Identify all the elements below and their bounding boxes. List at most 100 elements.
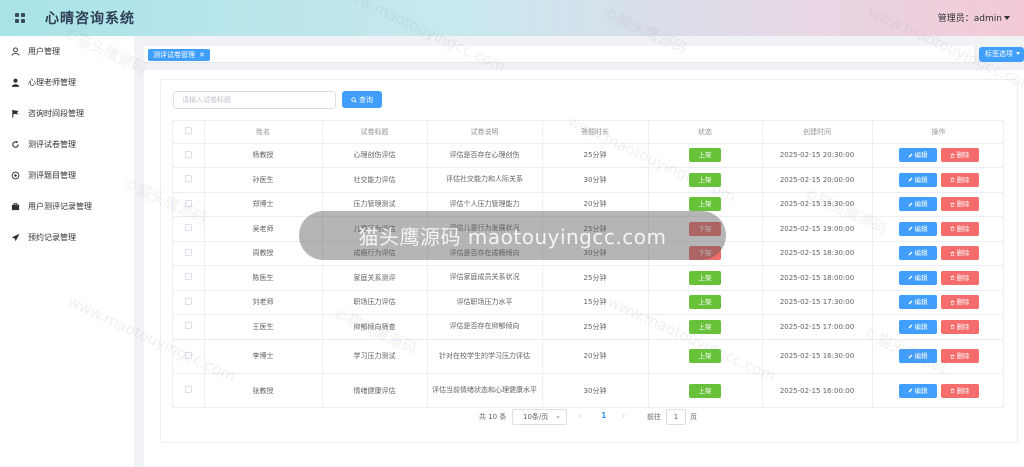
status-cell: 上架 (648, 373, 763, 407)
name-cell: 王医生 (204, 314, 323, 340)
status-badge[interactable]: 下架 (689, 221, 721, 236)
next-page-button[interactable]: › (622, 411, 625, 420)
delete-button[interactable]: 删除 (940, 197, 979, 212)
column-header[interactable]: 试卷标题 (322, 121, 428, 144)
edit-button[interactable]: 编辑 (898, 221, 937, 236)
column-header[interactable]: 状态 (648, 121, 763, 144)
edit-button[interactable]: 编辑 (898, 295, 937, 310)
created-cell: 2025-02-15 16:00:00 (762, 373, 873, 407)
person-icon (10, 78, 20, 88)
status-cell: 上架 (648, 265, 763, 291)
edit-button[interactable]: 编辑 (898, 270, 937, 285)
close-icon[interactable]: ✕ (199, 49, 205, 61)
delete-button[interactable]: 删除 (940, 221, 979, 236)
edit-button[interactable]: 编辑 (898, 148, 937, 163)
row-checkbox[interactable] (184, 322, 192, 330)
status-badge[interactable]: 上架 (689, 319, 721, 334)
delete-button[interactable]: 删除 (940, 270, 979, 285)
sidebar-item-label: 咨询时间段管理 (28, 109, 84, 118)
row-checkbox[interactable] (184, 297, 192, 305)
tag-active[interactable]: 测评试卷管理 ✕ (148, 49, 210, 61)
delete-button[interactable]: 删除 (940, 383, 979, 398)
column-header[interactable]: 姓名 (204, 121, 323, 144)
user-icon (10, 47, 20, 57)
sidebar-item[interactable]: 测评题目管理 (0, 160, 134, 191)
column-header[interactable]: 创建时间 (762, 121, 873, 144)
delete-button[interactable]: 删除 (940, 172, 979, 187)
name-cell: 吴老师 (204, 216, 323, 242)
row-checkbox[interactable] (184, 386, 192, 394)
row-checkbox[interactable] (184, 351, 192, 359)
status-badge[interactable]: 上架 (689, 148, 721, 163)
delete-icon (950, 202, 954, 207)
select-cell (173, 314, 205, 340)
delete-label: 删除 (956, 224, 970, 233)
search-input[interactable] (174, 92, 335, 108)
column-header[interactable]: 操作 (872, 121, 1003, 144)
briefcase-icon (10, 202, 20, 212)
sidebar-item-label: 心理老师管理 (28, 78, 76, 87)
goto-page-input[interactable]: 1 (666, 409, 686, 425)
delete-label: 删除 (956, 200, 970, 209)
select-all-checkbox[interactable] (184, 127, 192, 135)
prev-page-button[interactable]: ‹ (579, 411, 582, 420)
edit-button[interactable]: 编辑 (898, 172, 937, 187)
status-cell: 上架 (648, 143, 763, 168)
sidebar-item[interactable]: 测评试卷管理 (0, 129, 134, 160)
search-button[interactable]: 查询 (342, 91, 382, 108)
sidebar-item-label: 用户测评记录管理 (28, 202, 92, 211)
name-cell: 张教授 (204, 373, 323, 407)
status-badge[interactable]: 上架 (689, 270, 721, 285)
flag-icon (10, 109, 20, 119)
delete-button[interactable]: 删除 (940, 246, 979, 261)
delete-button[interactable]: 删除 (940, 319, 979, 334)
row-checkbox[interactable] (184, 273, 192, 281)
edit-button[interactable]: 编辑 (898, 319, 937, 334)
sidebar-item[interactable]: 心理老师管理 (0, 67, 134, 98)
status-badge[interactable]: 上架 (689, 349, 721, 364)
edit-icon (908, 354, 912, 359)
search-icon (351, 96, 357, 103)
page-size-select[interactable]: 10条/页 (512, 409, 567, 425)
edit-button[interactable]: 编辑 (898, 246, 937, 261)
select-cell (173, 265, 205, 291)
row-checkbox[interactable] (184, 150, 192, 158)
page-number-1[interactable]: 1 (601, 411, 607, 420)
edit-button[interactable]: 编辑 (898, 197, 937, 212)
row-checkbox[interactable] (184, 224, 192, 232)
status-badge[interactable]: 上架 (689, 295, 721, 310)
delete-button[interactable]: 删除 (940, 295, 979, 310)
row-checkbox[interactable] (184, 199, 192, 207)
row-checkbox[interactable] (184, 175, 192, 183)
tag-options-button[interactable]: 标签选项 (979, 47, 1024, 62)
menu-grid-icon[interactable] (15, 13, 25, 23)
admin-label: 管理员：admin (937, 14, 1002, 24)
sidebar-item[interactable]: 用户管理 (0, 36, 134, 67)
created-cell: 2025-02-15 18:00:00 (762, 265, 873, 291)
sidebar-item-label: 预约记录管理 (28, 233, 76, 242)
sidebar-item[interactable]: 预约记录管理 (0, 222, 134, 253)
status-badge[interactable]: 上架 (689, 197, 721, 212)
status-badge[interactable]: 下架 (689, 246, 721, 261)
admin-dropdown[interactable]: 管理员：admin (938, 11, 1010, 24)
row-checkbox[interactable] (184, 248, 192, 256)
created-cell: 2025-02-15 17:00:00 (762, 314, 873, 340)
status-badge[interactable]: 上架 (689, 172, 721, 187)
title-cell: 儿童行为评估 (322, 216, 428, 242)
edit-label: 编辑 (914, 175, 928, 184)
sidebar-item[interactable]: 咨询时间段管理 (0, 98, 134, 129)
status-badge[interactable]: 上架 (689, 383, 721, 398)
tag-label: 测评试卷管理 (153, 51, 195, 59)
delete-button[interactable]: 删除 (940, 148, 979, 163)
search-input-wrapper[interactable] (173, 91, 336, 109)
column-header[interactable]: 答题时长 (542, 121, 649, 144)
edit-icon (908, 300, 912, 305)
search-button-label: 查询 (359, 95, 373, 104)
delete-button[interactable]: 删除 (940, 349, 979, 364)
table-row: 李博士 学习压力测试 针对在校学生的学习压力评估 20分钟 上架 2025-02-15 1… (173, 339, 1003, 374)
edit-button[interactable]: 编辑 (898, 383, 937, 398)
table-row: 王医生 抑郁倾向筛查 评估是否存在抑郁倾向 25分钟 上架 2025-02-15 17:0… (173, 314, 1003, 340)
sidebar-item[interactable]: 用户测评记录管理 (0, 191, 134, 222)
edit-button[interactable]: 编辑 (898, 349, 937, 364)
column-header[interactable]: 试卷说明 (427, 121, 543, 144)
